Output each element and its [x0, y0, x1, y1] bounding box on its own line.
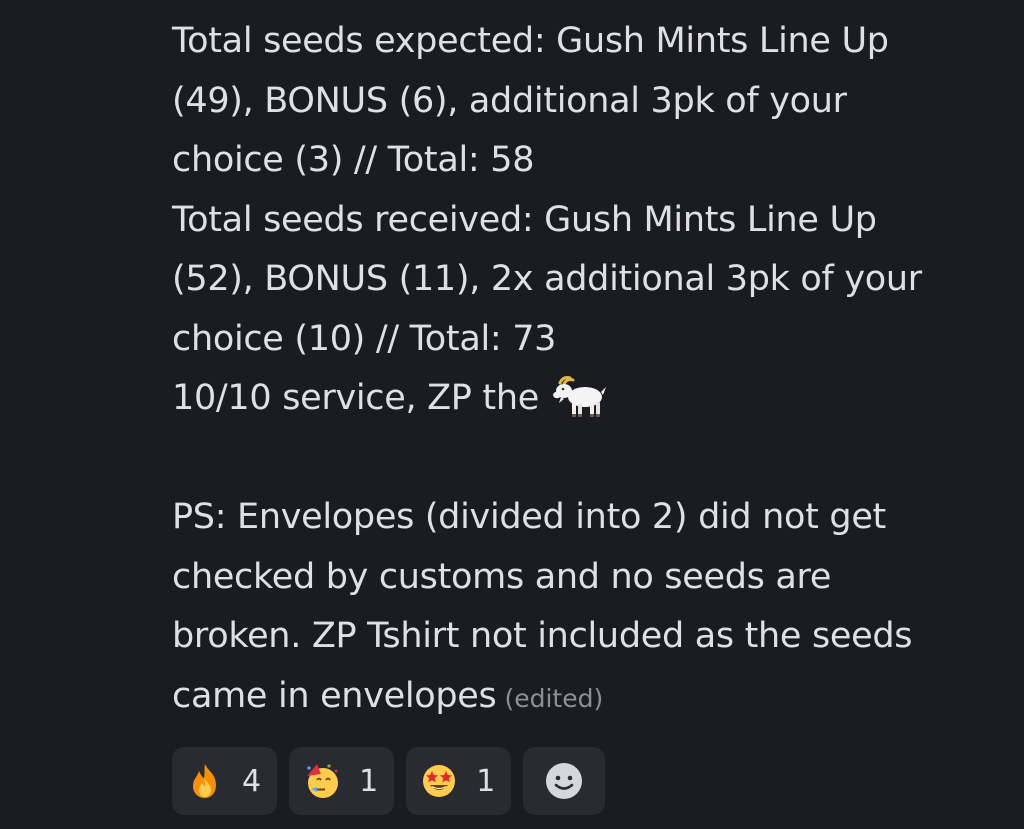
- reaction-count: 4: [242, 763, 262, 799]
- reaction-party[interactable]: 1: [289, 747, 395, 815]
- message-line: choice (3) // Total: 58: [172, 140, 535, 180]
- party-face-icon: [303, 762, 341, 800]
- message-line: checked by customs and no seeds are: [172, 556, 832, 597]
- message-line: Total seeds received: Gush Mints Line Up: [172, 199, 877, 240]
- reaction-bar: 4 1 1: [172, 747, 606, 815]
- message-line-last: came in envelopes (edited): [172, 667, 992, 729]
- reaction-star-struck[interactable]: 1: [406, 747, 512, 815]
- message-line: broken. ZP Tshirt not included as the se…: [172, 616, 913, 656]
- message-line-goat: 10/10 service, ZP the: [172, 369, 992, 429]
- message-line-text: 10/10 service, ZP the: [172, 378, 539, 418]
- add-reaction-button[interactable]: [523, 747, 606, 815]
- reaction-count: 1: [476, 763, 496, 799]
- star-struck-icon: [420, 762, 458, 800]
- message-line: (52), BONUS (11), 2x additional 3pk of y…: [172, 259, 922, 299]
- message-line: (49), BONUS (6), additional 3pk of your: [172, 80, 847, 121]
- goat-icon: [552, 375, 609, 419]
- reaction-count: 1: [359, 763, 379, 799]
- message-line: Total seeds expected: Gush Mints Line Up: [172, 21, 889, 61]
- message-content: Total seeds expected: Gush Mints Line Up…: [172, 12, 992, 728]
- add-reaction-smiley-icon: [541, 758, 587, 804]
- edited-label: (edited): [504, 683, 604, 713]
- reaction-fire[interactable]: 4: [172, 747, 278, 815]
- message-line: PS: Envelopes (divided into 2) did not g…: [172, 497, 886, 537]
- message-line: choice (10) // Total: 73: [172, 318, 557, 359]
- fire-icon: [186, 762, 224, 800]
- message-line-text: came in envelopes: [172, 675, 497, 716]
